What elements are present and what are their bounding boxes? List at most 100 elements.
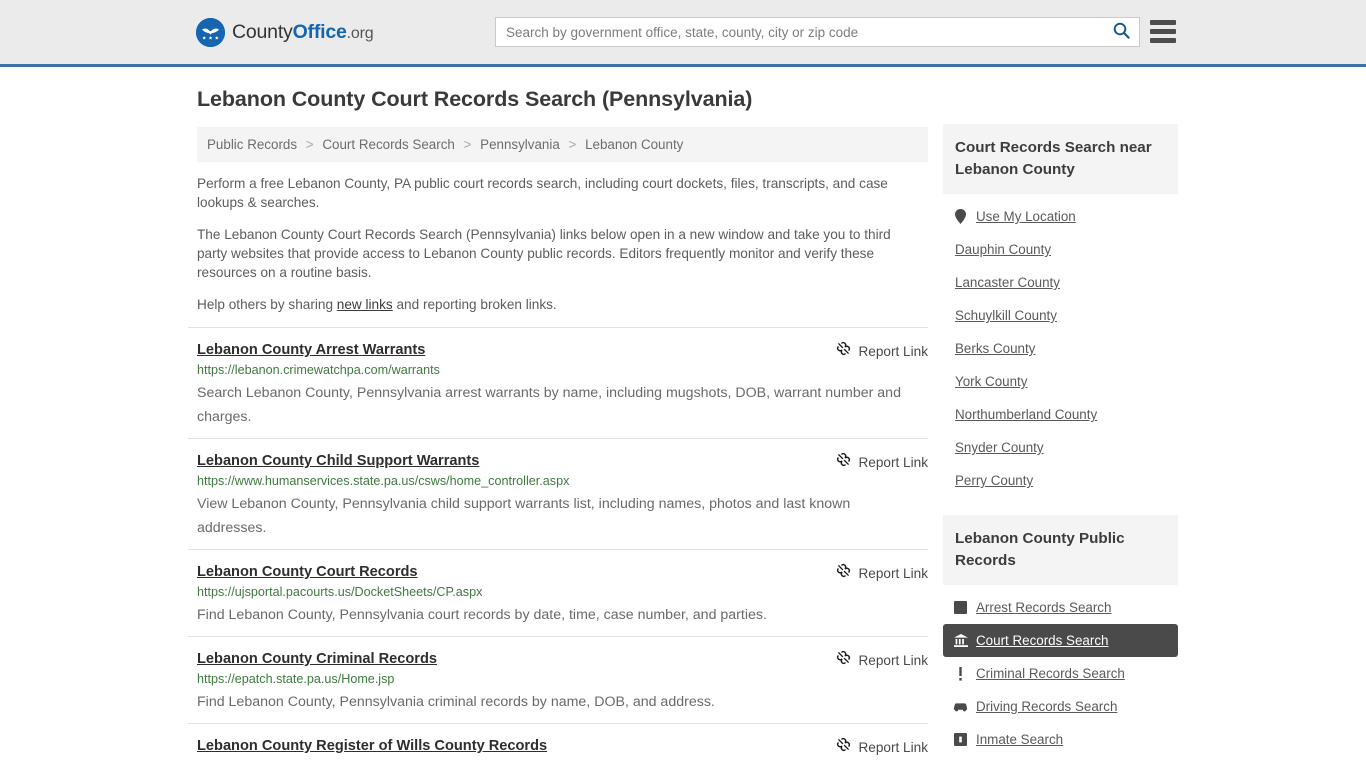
sidebar-item-northumberland-county[interactable]: Northumberland County	[943, 398, 1178, 431]
intro-section: Perform a free Lebanon County, PA public…	[188, 174, 928, 314]
report-link-button[interactable]: Report Link	[836, 737, 928, 757]
sidebar-link-label[interactable]: Perry County	[955, 473, 1033, 488]
new-links-link[interactable]: new links	[337, 297, 393, 312]
public-records-panel: Lebanon County Public Records Arrest Rec…	[943, 515, 1178, 756]
sidebar-item-use-my-location[interactable]: Use My Location	[943, 200, 1178, 233]
result-url: https://epatch.state.pa.us/Home.jsp	[197, 671, 928, 688]
result-item: Lebanon County Court Records Report	[188, 549, 928, 636]
result-item: Lebanon County Arrest Warrants Repor	[188, 327, 928, 438]
sidebar-link-label[interactable]: Snyder County	[955, 440, 1044, 455]
sidebar-link-label[interactable]: Dauphin County	[955, 242, 1051, 257]
nearby-search-panel: Court Records Search near Lebanon County…	[943, 124, 1178, 497]
result-url: https://lebanon.crimewatchpa.com/warrant…	[197, 362, 928, 379]
sidebar-link-label[interactable]: Use My Location	[976, 209, 1076, 224]
report-link-button[interactable]: Report Link	[836, 341, 928, 361]
result-title-link[interactable]: Lebanon County Register of Wills County …	[197, 738, 547, 754]
sidebar-item-berks-county[interactable]: Berks County	[943, 332, 1178, 365]
sidebar-item-dauphin-county[interactable]: Dauphin County	[943, 233, 1178, 266]
sidebar-item-lancaster-county[interactable]: Lancaster County	[943, 266, 1178, 299]
sidebar-link-label[interactable]: Lancaster County	[955, 275, 1060, 290]
result-description: Search Lebanon County, Pennsylvania arre…	[197, 381, 903, 429]
report-link-button[interactable]: Report Link	[836, 650, 928, 670]
sidebar-item-schuylkill-county[interactable]: Schuylkill County	[943, 299, 1178, 332]
breadcrumb-item-pennsylvania[interactable]: Pennsylvania	[480, 137, 560, 152]
result-description: Find Lebanon County, Pennsylvania crimin…	[197, 690, 903, 714]
public-records-list: Arrest Records Search Co	[943, 585, 1178, 756]
report-link-label: Report Link	[858, 740, 928, 755]
eagle-stars-logo-icon	[196, 18, 225, 47]
sidebar-item-arrest-records-search[interactable]: Arrest Records Search	[943, 591, 1178, 624]
intro-paragraph-3: Help others by sharing new links and rep…	[197, 295, 907, 314]
sidebar-item-perry-county[interactable]: Perry County	[943, 464, 1178, 497]
fingerprint-icon	[953, 600, 968, 615]
report-link-button[interactable]: Report Link	[836, 563, 928, 583]
sidebar-item-snyder-county[interactable]: Snyder County	[943, 431, 1178, 464]
result-url: https://ujsportal.pacourts.us/DocketShee…	[197, 584, 928, 601]
header-inner: CountyOffice.org	[0, 0, 1366, 64]
report-link-label: Report Link	[858, 455, 928, 470]
report-link-label: Report Link	[858, 653, 928, 668]
brand-part-org: .org	[347, 25, 374, 42]
site-logo[interactable]: CountyOffice.org	[196, 18, 373, 47]
sidebar-link-label[interactable]: Inmate Search	[976, 732, 1063, 747]
exclamation-icon	[953, 666, 968, 681]
broken-link-icon	[836, 452, 851, 472]
car-icon	[953, 699, 968, 714]
intro-paragraph-2: The Lebanon County Court Records Search …	[197, 225, 907, 282]
sidebar-link-label[interactable]: Berks County	[955, 341, 1035, 356]
search-bar[interactable]	[495, 17, 1140, 47]
search-input[interactable]	[496, 18, 1103, 46]
result-item: Lebanon County Child Support Warrants	[188, 438, 928, 549]
report-link-label: Report Link	[858, 566, 928, 581]
sidebar-link-label[interactable]: Court Records Search	[976, 633, 1108, 648]
public-records-panel-heading: Lebanon County Public Records	[943, 515, 1178, 585]
result-title-link[interactable]: Lebanon County Arrest Warrants	[197, 342, 425, 358]
sidebar: Court Records Search near Lebanon County…	[943, 85, 1178, 768]
sidebar-item-york-county[interactable]: York County	[943, 365, 1178, 398]
search-button[interactable]	[1103, 18, 1139, 46]
report-link-button[interactable]: Report Link	[836, 452, 928, 472]
main-column: Lebanon County Court Records Search (Pen…	[188, 85, 928, 767]
breadcrumb-separator: >	[569, 137, 577, 152]
sidebar-link-label[interactable]: Criminal Records Search	[976, 666, 1125, 681]
sidebar-item-court-records-search[interactable]: Court Records Search	[943, 624, 1178, 657]
result-item: Lebanon County Criminal Records Repo	[188, 636, 928, 723]
breadcrumb-separator: >	[306, 137, 314, 152]
breadcrumb: Public Records > Court Records Search > …	[197, 127, 928, 162]
hamburger-bar	[1150, 38, 1176, 43]
result-description: View Lebanon County, Pennsylvania child …	[197, 492, 903, 540]
sidebar-link-label[interactable]: York County	[955, 374, 1027, 389]
result-title-link[interactable]: Lebanon County Court Records	[197, 564, 418, 580]
map-pin-icon	[953, 209, 968, 224]
page-title: Lebanon County Court Records Search (Pen…	[197, 85, 928, 113]
brand-part-county: County	[232, 21, 293, 43]
nearby-panel-heading: Court Records Search near Lebanon County	[943, 124, 1178, 194]
jail-icon	[953, 732, 968, 747]
sidebar-item-criminal-records-search[interactable]: Criminal Records Search	[943, 657, 1178, 690]
site-header: CountyOffice.org	[0, 0, 1366, 67]
sidebar-link-label[interactable]: Arrest Records Search	[976, 600, 1111, 615]
result-url: https://www.humanservices.state.pa.us/cs…	[197, 473, 928, 490]
breadcrumb-separator: >	[464, 137, 472, 152]
hamburger-bar	[1150, 20, 1176, 25]
broken-link-icon	[836, 563, 851, 583]
hamburger-bar	[1150, 29, 1176, 34]
site-logo-text: CountyOffice.org	[232, 21, 373, 44]
breadcrumb-item-public-records[interactable]: Public Records	[207, 137, 297, 152]
brand-part-office: Office	[293, 21, 347, 43]
result-title-link[interactable]: Lebanon County Criminal Records	[197, 651, 437, 667]
result-title-link[interactable]: Lebanon County Child Support Warrants	[197, 453, 479, 469]
sidebar-item-inmate-search[interactable]: Inmate Search	[943, 723, 1178, 756]
sidebar-link-label[interactable]: Schuylkill County	[955, 308, 1057, 323]
intro-p3-before: Help others by sharing	[197, 297, 337, 312]
courthouse-icon	[953, 633, 968, 648]
sidebar-item-driving-records-search[interactable]: Driving Records Search	[943, 690, 1178, 723]
hamburger-menu-icon[interactable]	[1150, 20, 1176, 43]
broken-link-icon	[836, 341, 851, 361]
breadcrumb-item-lebanon-county: Lebanon County	[585, 137, 683, 152]
sidebar-link-label[interactable]: Driving Records Search	[976, 699, 1117, 714]
report-link-label: Report Link	[858, 344, 928, 359]
sidebar-link-label[interactable]: Northumberland County	[955, 407, 1097, 422]
breadcrumb-item-court-records-search[interactable]: Court Records Search	[322, 137, 454, 152]
nearby-county-list: Use My Location Dauphin County Lancaster…	[943, 194, 1178, 497]
